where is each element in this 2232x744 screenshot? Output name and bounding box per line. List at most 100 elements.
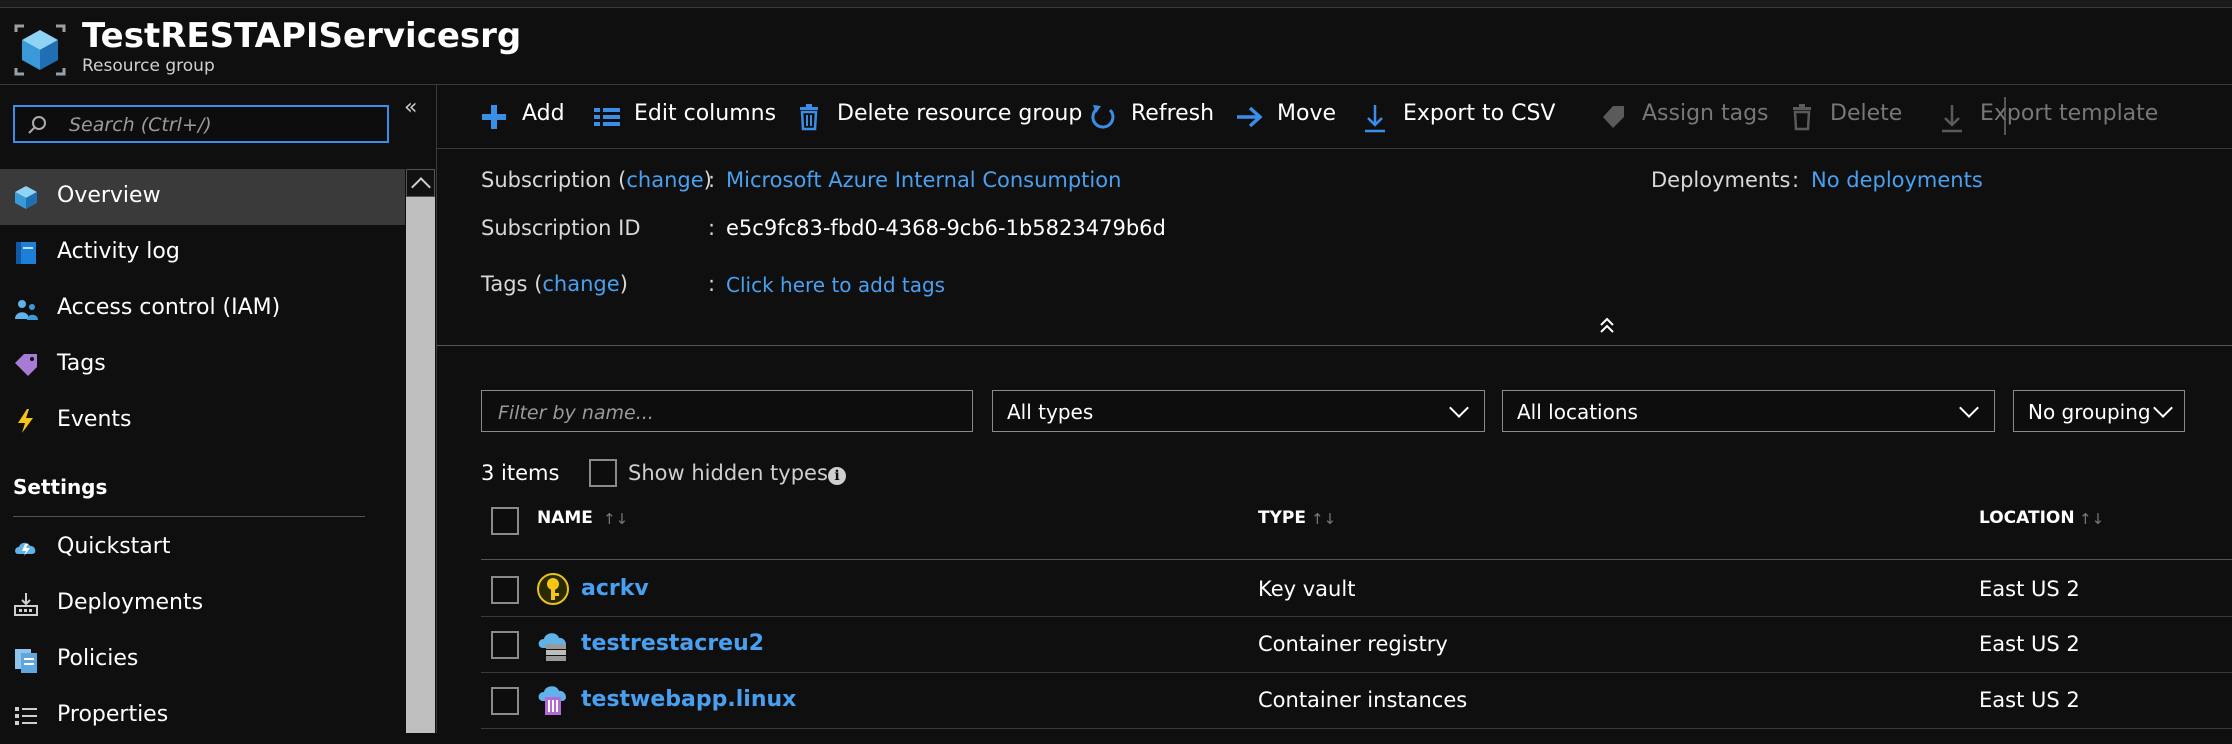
types-dropdown[interactable]: All types bbox=[992, 390, 1485, 432]
column-header-location[interactable]: LOCATION bbox=[1979, 508, 2075, 528]
add-tags-link[interactable]: Click here to add tags bbox=[726, 273, 945, 297]
filter-by-name-box[interactable] bbox=[481, 390, 973, 432]
grouping-dropdown-value: No grouping bbox=[2028, 400, 2151, 424]
chevron-up-icon bbox=[411, 177, 431, 197]
sidebar-item-label: Tags bbox=[57, 351, 106, 376]
properties-icon bbox=[15, 707, 37, 725]
sidebar-item-label: Events bbox=[57, 407, 132, 432]
tags-label: Tags bbox=[481, 272, 528, 296]
subscription-id-label: Subscription ID bbox=[481, 216, 641, 240]
resource-name-link[interactable]: testrestacreu2 bbox=[581, 631, 764, 656]
search-input[interactable] bbox=[67, 111, 371, 139]
quickstart-cloud-icon bbox=[15, 542, 36, 556]
tags-change-link[interactable]: change bbox=[542, 272, 619, 296]
sidebar: « Overview Activity log Access control (… bbox=[0, 85, 437, 733]
window-top-bar bbox=[0, 0, 2232, 8]
types-dropdown-value: All types bbox=[1007, 400, 1094, 424]
locations-dropdown[interactable]: All locations bbox=[1502, 390, 1995, 432]
refresh-icon bbox=[1091, 105, 1115, 129]
tag-outline-icon bbox=[1603, 106, 1624, 128]
chevron-down-icon bbox=[2153, 398, 2173, 418]
sidebar-item-policies[interactable]: Policies bbox=[0, 632, 405, 688]
deployments-value-link[interactable]: No deployments bbox=[1811, 168, 1983, 192]
page-subtitle: Resource group bbox=[82, 56, 215, 76]
sidebar-search-box[interactable] bbox=[13, 105, 389, 143]
collapse-essentials-icon[interactable] bbox=[1599, 315, 1615, 337]
resource-name-link[interactable]: acrkv bbox=[581, 576, 649, 601]
subscription-label-row: Subscription (change) bbox=[481, 168, 712, 192]
collapse-sidebar-icon[interactable]: « bbox=[404, 95, 417, 120]
colon: : bbox=[708, 168, 716, 192]
trash-icon bbox=[1793, 104, 1811, 131]
show-hidden-types-label: Show hidden types bbox=[628, 461, 828, 485]
row-checkbox[interactable] bbox=[491, 687, 519, 715]
export-csv-label: Export to CSV bbox=[1403, 101, 1556, 126]
sidebar-item-access-control[interactable]: Access control (IAM) bbox=[0, 281, 405, 337]
delete-resource-group-label: Delete resource group bbox=[837, 101, 1083, 126]
colon: : bbox=[1792, 168, 1800, 192]
sidebar-item-events[interactable]: Events bbox=[0, 393, 405, 449]
column-header-type[interactable]: TYPE bbox=[1258, 508, 1306, 528]
container-instances-icon bbox=[538, 686, 566, 715]
resource-type: Key vault bbox=[1258, 577, 1356, 601]
show-hidden-types-checkbox[interactable] bbox=[589, 459, 617, 487]
colon: : bbox=[708, 272, 716, 296]
move-label: Move bbox=[1277, 101, 1336, 126]
column-header-name[interactable]: NAME bbox=[537, 508, 593, 528]
sort-icon[interactable]: ↑↓ bbox=[603, 510, 628, 528]
command-bar: Add Edit columns Delete resource group R… bbox=[437, 85, 2232, 149]
resource-type: Container registry bbox=[1258, 632, 1448, 656]
sidebar-scrollbar[interactable] bbox=[406, 169, 435, 733]
sidebar-item-label: Access control (IAM) bbox=[57, 295, 281, 320]
access-control-icon bbox=[15, 300, 38, 320]
subscription-change-link[interactable]: change bbox=[626, 168, 703, 192]
sidebar-item-label: Activity log bbox=[57, 239, 180, 264]
sidebar-item-label: Policies bbox=[57, 646, 139, 671]
sidebar-item-overview[interactable]: Overview bbox=[0, 169, 405, 225]
activity-log-icon bbox=[16, 242, 36, 264]
locations-dropdown-value: All locations bbox=[1517, 400, 1638, 424]
columns-icon bbox=[594, 108, 620, 126]
sidebar-item-activity-log[interactable]: Activity log bbox=[0, 225, 405, 281]
trash-icon bbox=[800, 104, 818, 131]
edit-columns-label: Edit columns bbox=[634, 101, 777, 126]
sort-icon[interactable]: ↑↓ bbox=[1311, 510, 1336, 528]
grouping-dropdown[interactable]: No grouping bbox=[2013, 390, 2185, 432]
resource-type: Container instances bbox=[1258, 688, 1468, 712]
resource-name-link[interactable]: testwebapp.linux bbox=[581, 687, 796, 712]
row-checkbox[interactable] bbox=[491, 631, 519, 659]
arrow-right-icon bbox=[1237, 106, 1263, 128]
policies-icon bbox=[15, 649, 37, 673]
items-count: 3 items bbox=[481, 461, 560, 485]
info-icon[interactable]: i bbox=[828, 467, 846, 485]
section-divider bbox=[13, 516, 365, 517]
container-registry-icon bbox=[538, 633, 566, 661]
lightning-icon bbox=[18, 409, 33, 433]
scroll-up-button[interactable] bbox=[406, 169, 435, 197]
sidebar-item-deployments[interactable]: Deployments bbox=[0, 576, 405, 632]
sidebar-item-properties[interactable]: Properties bbox=[0, 688, 405, 744]
page-title: TestRESTAPIServicesrg bbox=[82, 16, 522, 56]
sidebar-item-label: Properties bbox=[57, 702, 169, 727]
select-all-checkbox[interactable] bbox=[491, 507, 519, 535]
table-header-divider bbox=[481, 559, 2232, 560]
sidebar-item-label: Quickstart bbox=[57, 534, 171, 559]
deployments-icon bbox=[14, 593, 38, 616]
overview-cube-icon bbox=[15, 186, 37, 209]
sidebar-item-label: Overview bbox=[57, 183, 161, 208]
plus-icon bbox=[482, 105, 506, 129]
sort-icon[interactable]: ↑↓ bbox=[2079, 510, 2104, 528]
resource-group-cube-icon bbox=[14, 24, 66, 76]
key-vault-icon bbox=[537, 573, 569, 605]
blade-header: TestRESTAPIServicesrg Resource group bbox=[0, 8, 2232, 85]
subscription-value-link[interactable]: Microsoft Azure Internal Consumption bbox=[726, 168, 1121, 192]
tags-label-row: Tags (change) bbox=[481, 272, 628, 296]
filter-by-name-input[interactable] bbox=[496, 399, 960, 427]
sidebar-item-quickstart[interactable]: Quickstart bbox=[0, 520, 405, 576]
colon: : bbox=[708, 216, 716, 240]
row-checkbox[interactable] bbox=[491, 576, 519, 604]
deployments-label: Deployments bbox=[1651, 168, 1791, 192]
essentials-divider bbox=[437, 345, 2232, 346]
download-icon bbox=[1365, 105, 1385, 133]
sidebar-item-tags[interactable]: Tags bbox=[0, 337, 405, 393]
